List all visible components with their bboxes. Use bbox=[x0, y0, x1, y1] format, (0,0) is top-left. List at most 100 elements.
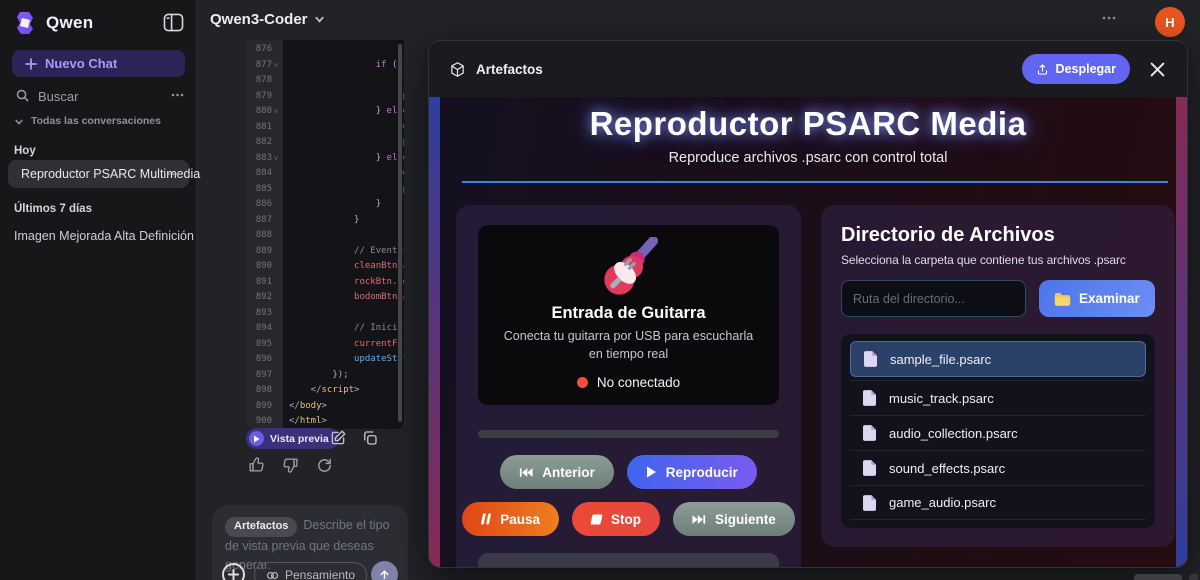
artifact-panel-title: Artefactos bbox=[476, 62, 543, 77]
app-subtitle: Reproduce archivos .psarc con control to… bbox=[440, 150, 1176, 166]
app-root: Qwen Nuevo Chat Buscar Todas las convers… bbox=[0, 0, 1200, 580]
file-icon bbox=[863, 425, 876, 441]
file-row[interactable]: sample_file.psarc bbox=[850, 341, 1146, 377]
qwen-logo-icon bbox=[13, 10, 39, 36]
file-list: sample_file.psarc music_track.psarc audio_… bbox=[841, 334, 1155, 528]
thumbs-up-icon[interactable] bbox=[248, 456, 265, 473]
thumbs-down-icon[interactable] bbox=[282, 457, 299, 474]
next-label: Siguiente bbox=[715, 512, 776, 527]
code-lines[interactable]: if (ef cl up } else ro up } else bo up } bbox=[283, 40, 404, 429]
new-chat-button[interactable]: Nuevo Chat bbox=[12, 50, 185, 77]
browse-label: Examinar bbox=[1079, 291, 1140, 306]
playback-progress-bar[interactable] bbox=[478, 430, 779, 438]
artifacts-cube-icon bbox=[449, 61, 466, 78]
sidebar: Qwen Nuevo Chat Buscar Todas las convers… bbox=[0, 0, 197, 580]
chevron-down-icon bbox=[14, 117, 24, 127]
directory-title: Directorio de Archivos bbox=[841, 224, 1155, 247]
plus-icon bbox=[228, 569, 239, 580]
search-row[interactable]: Buscar bbox=[0, 84, 197, 110]
file-row[interactable]: sound_effects.psarc bbox=[850, 450, 1146, 485]
next-button[interactable]: Siguiente bbox=[673, 502, 795, 536]
file-row[interactable]: music_track.psarc bbox=[850, 380, 1146, 415]
browse-button[interactable]: Examinar bbox=[1039, 280, 1155, 317]
file-row[interactable]: game_audio.psarc bbox=[850, 485, 1146, 520]
file-row[interactable]: audio_collection.psarc bbox=[850, 415, 1146, 450]
artifacts-tag[interactable]: Artefactos bbox=[225, 517, 297, 537]
play-icon bbox=[646, 466, 657, 478]
app-title: Reproductor PSARC Media bbox=[440, 105, 1176, 143]
play-icon bbox=[249, 431, 264, 446]
attach-button[interactable] bbox=[222, 563, 245, 580]
directory-card: Directorio de Archivos Selecciona la car… bbox=[821, 205, 1175, 547]
file-icon bbox=[863, 390, 876, 406]
bottom-right-control-stub-2[interactable] bbox=[1189, 574, 1198, 580]
previous-button[interactable]: Anterior bbox=[500, 455, 614, 489]
guitar-icon bbox=[598, 237, 660, 299]
play-button[interactable]: Reproducir bbox=[627, 455, 757, 489]
composer[interactable]: ArtefactosDescribe el tipo de vista prev… bbox=[212, 505, 408, 580]
previous-label: Anterior bbox=[542, 465, 595, 480]
avatar[interactable]: H bbox=[1155, 7, 1185, 37]
artifact-preview: Reproductor PSARC Media Reproduce archiv… bbox=[429, 97, 1187, 567]
section-label-today: Hoy bbox=[14, 145, 36, 157]
all-conversations-toggle[interactable]: Todas las conversaciones bbox=[0, 113, 197, 131]
sidebar-toggle-icon[interactable] bbox=[163, 13, 184, 32]
app-columns: Entrada de Guitarra Conecta tu guitarra … bbox=[456, 205, 1155, 567]
pause-label: Pausa bbox=[500, 512, 540, 527]
folder-icon bbox=[1054, 292, 1071, 306]
artifact-header: Artefactos Desplegar bbox=[429, 41, 1187, 97]
search-icon bbox=[16, 89, 29, 102]
pause-icon bbox=[480, 513, 493, 525]
arrow-up-icon bbox=[378, 568, 391, 580]
connection-status: No conectado bbox=[492, 375, 765, 390]
section-label-last7days: Últimos 7 días bbox=[14, 203, 92, 215]
sidebar-item-reproductor-psarc[interactable]: Reproductor PSARC Multimedia bbox=[8, 160, 189, 188]
conversation-menu-icon[interactable] bbox=[167, 172, 179, 176]
stop-icon bbox=[590, 514, 603, 525]
status-label: No conectado bbox=[597, 375, 680, 390]
file-name: audio_collection.psarc bbox=[889, 426, 1018, 441]
psarc-app: Reproductor PSARC Media Reproduce archiv… bbox=[440, 97, 1176, 567]
new-chat-label: Nuevo Chat bbox=[45, 56, 117, 71]
sidebar-item-imagen-mejorada[interactable]: Imagen Mejorada Alta Definición bbox=[14, 229, 194, 243]
file-name: sound_effects.psarc bbox=[889, 461, 1005, 476]
file-icon bbox=[864, 351, 877, 367]
guitar-input-box: Entrada de Guitarra Conecta tu guitarra … bbox=[478, 225, 779, 405]
chevron-down-icon bbox=[314, 14, 325, 25]
player-card: Entrada de Guitarra Conecta tu guitarra … bbox=[456, 205, 801, 567]
edit-icon[interactable] bbox=[329, 429, 347, 447]
code-block: 876877˅878879880˅881882883˅8848858868878… bbox=[246, 40, 404, 429]
search-menu-icon[interactable] bbox=[171, 93, 184, 97]
next-icon bbox=[692, 514, 706, 525]
directory-path-input[interactable] bbox=[841, 280, 1026, 317]
model-name: Qwen3-Coder bbox=[210, 11, 308, 28]
stop-label: Stop bbox=[611, 512, 641, 527]
preview-button[interactable]: Vista previa bbox=[246, 428, 339, 449]
file-icon bbox=[863, 460, 876, 476]
guitar-title: Entrada de Guitarra bbox=[492, 304, 765, 323]
close-button[interactable] bbox=[1143, 55, 1171, 83]
refresh-icon[interactable] bbox=[316, 457, 333, 474]
close-icon bbox=[1150, 62, 1165, 77]
path-row: Examinar bbox=[841, 280, 1155, 317]
file-name: sample_file.psarc bbox=[890, 352, 991, 367]
brand-name: Qwen bbox=[46, 13, 94, 33]
copy-icon[interactable] bbox=[361, 429, 379, 447]
bottom-right-control-stub[interactable] bbox=[1134, 574, 1182, 580]
artifact-panel: Artefactos Desplegar Reproductor PSARC M… bbox=[428, 40, 1188, 568]
search-label: Buscar bbox=[38, 89, 78, 104]
code-scrollbar[interactable] bbox=[398, 44, 402, 422]
play-label: Reproducir bbox=[666, 465, 738, 480]
guitar-description: Conecta tu guitarra por USB para escucha… bbox=[496, 328, 761, 363]
model-selector[interactable]: Qwen3-Coder bbox=[210, 11, 325, 28]
thinking-label: Pensamiento bbox=[285, 568, 355, 580]
volume-panel: Control de Volumen bbox=[478, 553, 779, 567]
stop-button[interactable]: Stop bbox=[572, 502, 660, 536]
thinking-toggle-button[interactable]: Pensamiento bbox=[254, 562, 367, 580]
directory-subtitle: Selecciona la carpeta que contiene tus a… bbox=[841, 253, 1155, 267]
topbar-menu-icon[interactable] bbox=[1102, 16, 1116, 20]
deploy-button[interactable]: Desplegar bbox=[1022, 54, 1130, 84]
controls-row-2: Pausa Stop Siguiente bbox=[478, 502, 779, 536]
preview-label: Vista previa bbox=[270, 433, 329, 445]
pause-button[interactable]: Pausa bbox=[462, 502, 559, 536]
